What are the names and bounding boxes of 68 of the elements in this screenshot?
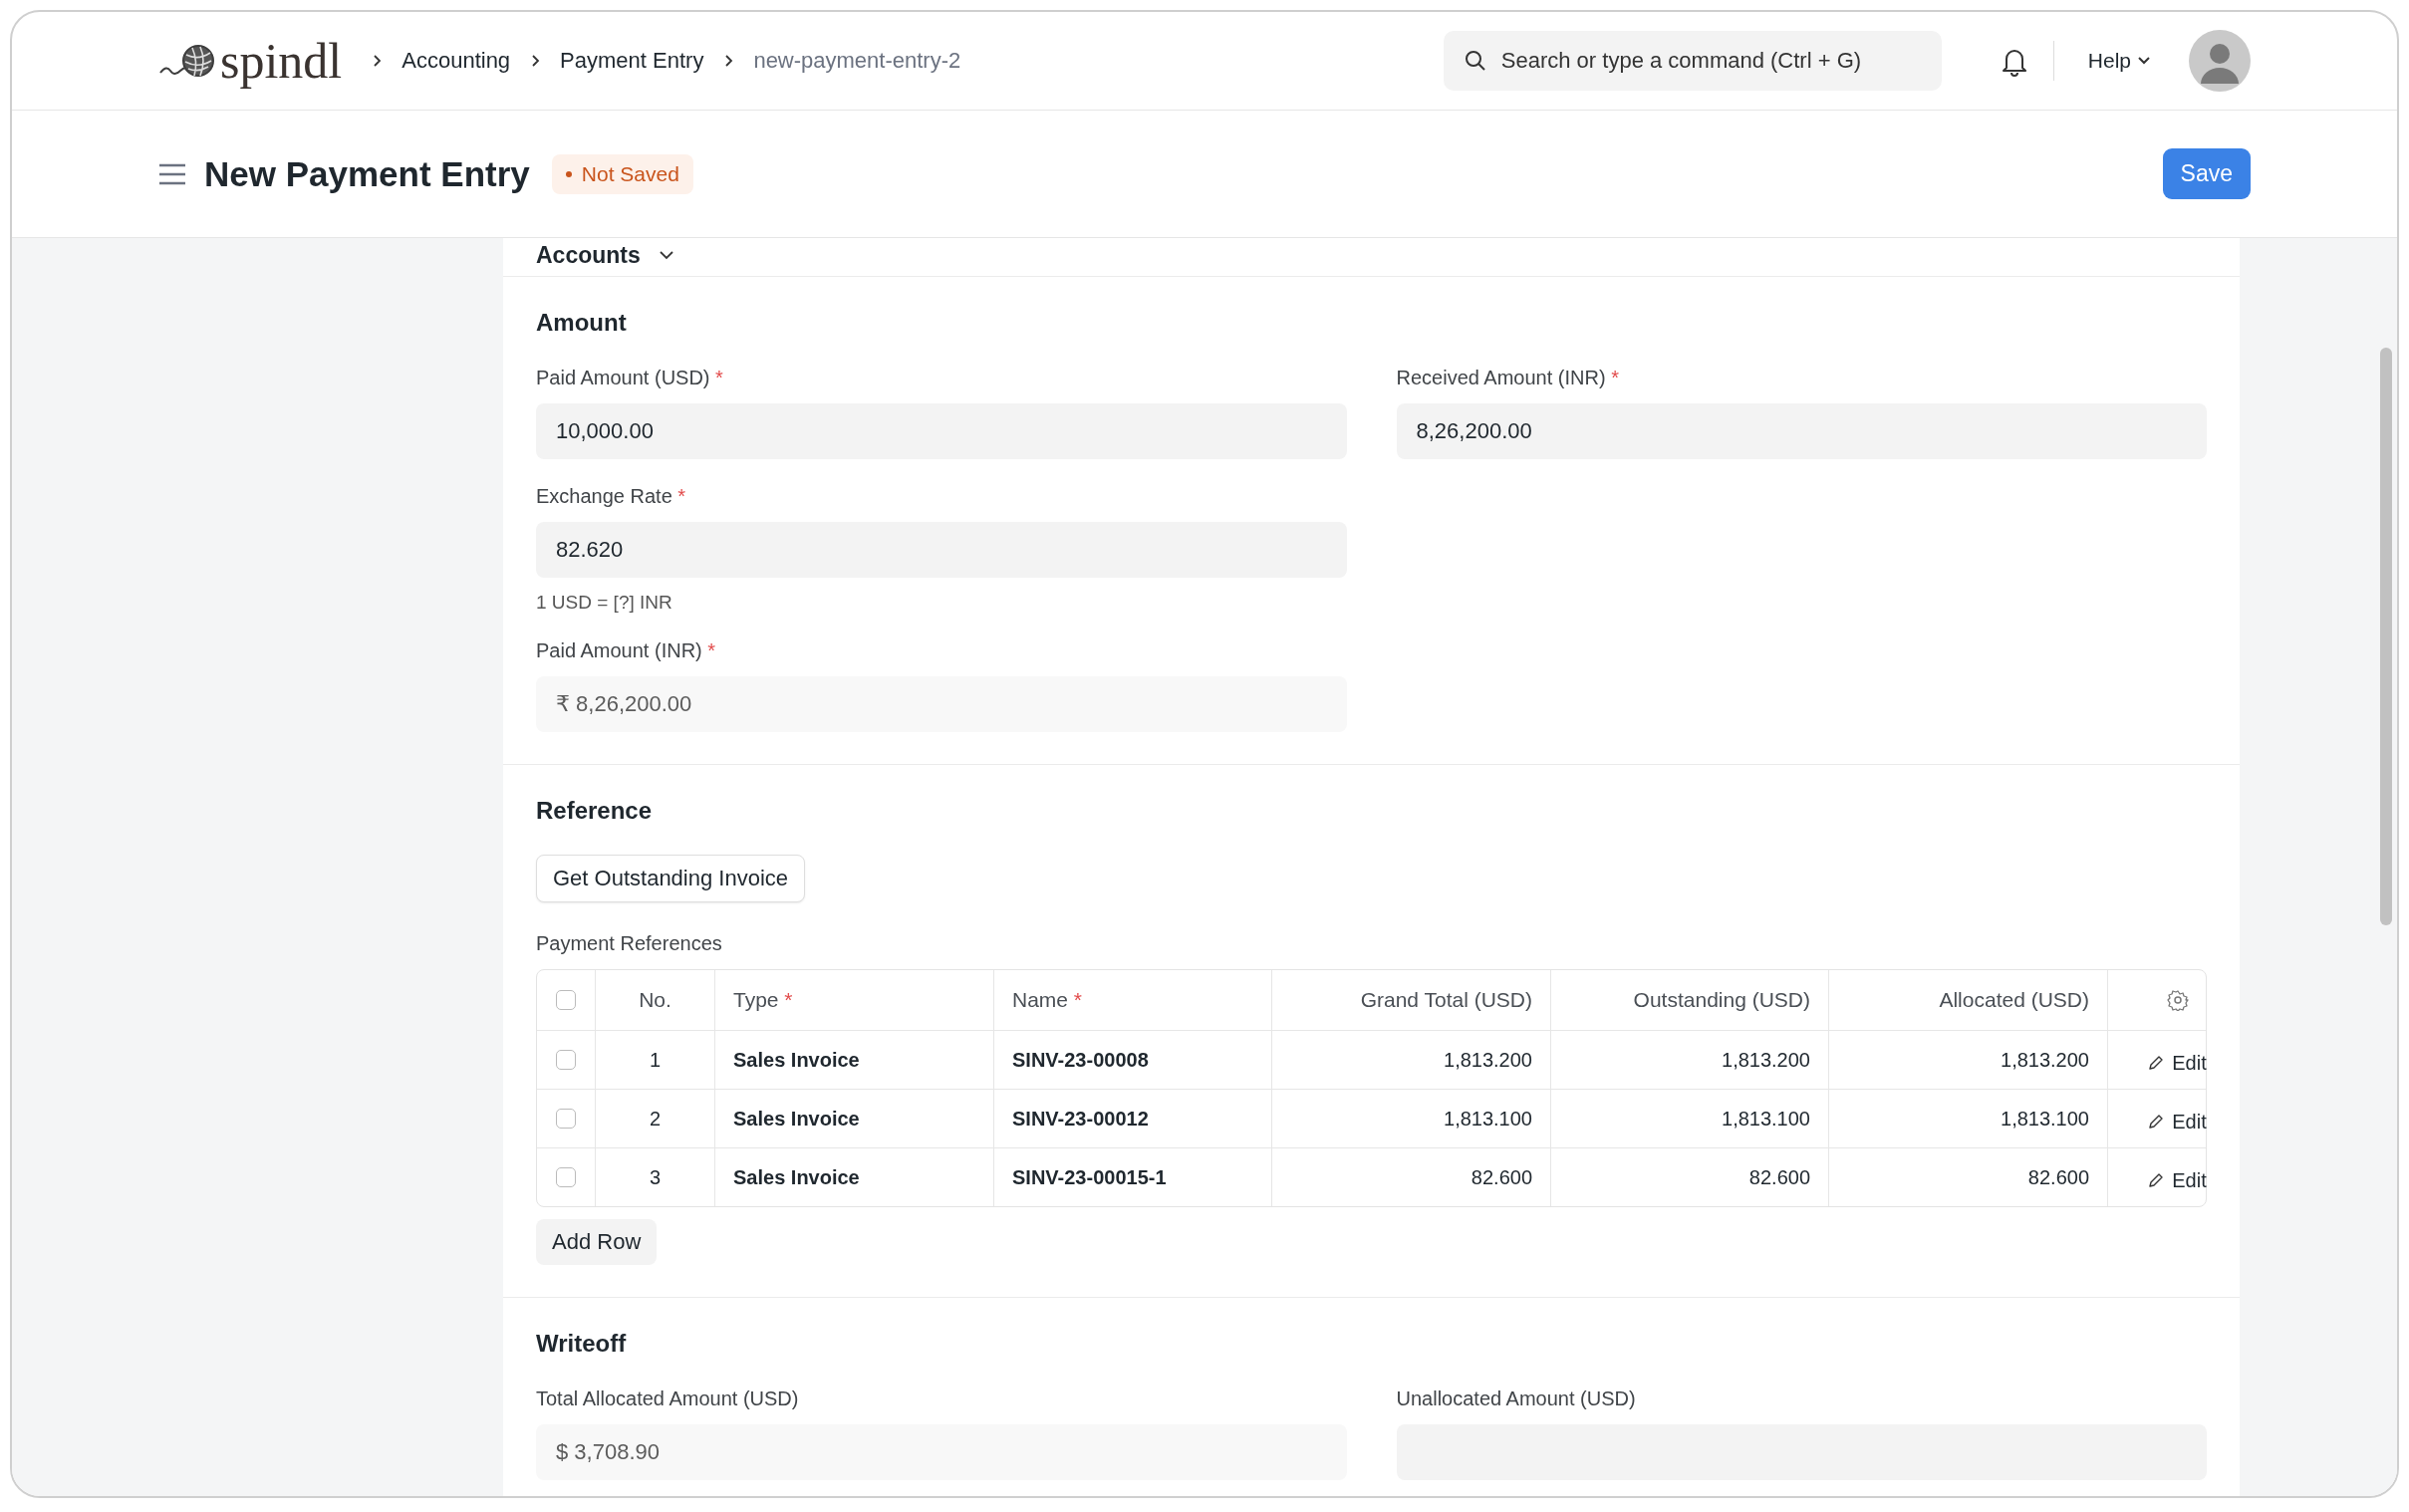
input-field[interactable]: 10,000.00: [536, 403, 1347, 459]
field-hint: 1 USD = [?] INR: [536, 592, 673, 614]
section-title: Reference: [536, 797, 654, 825]
table-cell: SINV-23-00008: [993, 1031, 1271, 1089]
read-only-field: ₹ 8,26,200.00: [536, 676, 1347, 732]
search-icon: [1463, 49, 1487, 73]
table-cell: SINV-23-00012: [993, 1090, 1271, 1147]
edit-button[interactable]: Edit: [2144, 1164, 2211, 1196]
section-title: Amount: [536, 309, 628, 337]
breadcrumb-link[interactable]: Payment Entry: [560, 48, 704, 74]
column-header: Outstanding (USD): [1550, 970, 1828, 1030]
table-cell: 1,813.100: [1550, 1090, 1828, 1147]
edit-button[interactable]: Edit: [2144, 1047, 2211, 1079]
checkbox[interactable]: [556, 1050, 576, 1070]
search-field[interactable]: Search or type a command (Ctrl + G): [1443, 31, 1942, 91]
get-outstanding-invoice-button[interactable]: Get Outstanding Invoice: [536, 855, 806, 902]
column-header: Allocated (USD): [1828, 970, 2107, 1030]
status-badge: Not Saved: [551, 153, 693, 194]
field-label: Paid Amount (USD) *: [536, 367, 724, 389]
field-label: Received Amount (INR) *: [1396, 367, 1620, 389]
checkbox[interactable]: [556, 1109, 576, 1129]
chevron-down-icon: [658, 249, 674, 261]
table-cell: SINV-23-00015-1: [993, 1148, 1271, 1206]
table-cell: Sales Invoice: [714, 1031, 993, 1089]
table-cell: 1,813.200: [1828, 1031, 2107, 1089]
add-row-button[interactable]: Add Row: [536, 1219, 658, 1265]
input-field[interactable]: 8,26,200.00: [1396, 403, 2207, 459]
column-header: Type *: [714, 970, 993, 1030]
table-cell: 1,813.200: [1271, 1031, 1550, 1089]
avatar[interactable]: [2189, 30, 2251, 92]
table-cell: 3: [595, 1148, 714, 1206]
save-button[interactable]: Save: [2162, 148, 2251, 199]
field-label: Unallocated Amount (USD): [1396, 1387, 1637, 1410]
pencil-icon: [2148, 1114, 2165, 1130]
table-cell: Sales Invoice: [714, 1090, 993, 1147]
pencil-icon: [2148, 1172, 2165, 1188]
table-cell: 1,813.200: [1550, 1031, 1828, 1089]
column-header: No.: [595, 970, 714, 1030]
field-label: Total Allocated Amount (USD): [536, 1387, 800, 1410]
field-label: Paid Amount (INR) *: [536, 639, 717, 662]
scrollbar-thumb[interactable]: [2380, 348, 2392, 925]
page-title: New Payment Entry: [204, 153, 530, 194]
breadcrumb-link[interactable]: Accounting: [402, 48, 511, 74]
column-header: Grand Total (USD): [1271, 970, 1550, 1030]
checkbox[interactable]: [556, 1167, 576, 1187]
field-label: Exchange Rate *: [536, 485, 687, 508]
section-toggle[interactable]: Accounts: [536, 238, 2207, 272]
pencil-icon: [2148, 1055, 2165, 1071]
read-only-field: $ 3,708.90: [536, 1424, 1347, 1480]
caret-icon: [2137, 56, 2151, 66]
table-cell: 82.600: [1828, 1148, 2107, 1206]
section-title: Writeoff: [536, 1330, 628, 1358]
table-cell: 1: [595, 1031, 714, 1089]
table-cell: 82.600: [1550, 1148, 1828, 1206]
input-field[interactable]: 82.620: [536, 522, 1347, 578]
column-header: Name *: [993, 970, 1271, 1030]
menu-icon[interactable]: [158, 162, 186, 185]
table-cell: Sales Invoice: [714, 1148, 993, 1206]
table-cell: 1,813.100: [1828, 1090, 2107, 1147]
table-label: Payment References: [536, 932, 723, 955]
checkbox[interactable]: [556, 990, 576, 1010]
table-cell: 1,813.100: [1271, 1090, 1550, 1147]
breadcrumb-link[interactable]: new-payment-entry-2: [753, 48, 961, 74]
settings-icon[interactable]: [2166, 989, 2189, 1011]
edit-button[interactable]: Edit: [2144, 1106, 2211, 1137]
help-menu-button[interactable]: Help: [2077, 49, 2161, 73]
table-cell: 82.600: [1271, 1148, 1550, 1206]
table-cell: 2: [595, 1090, 714, 1147]
